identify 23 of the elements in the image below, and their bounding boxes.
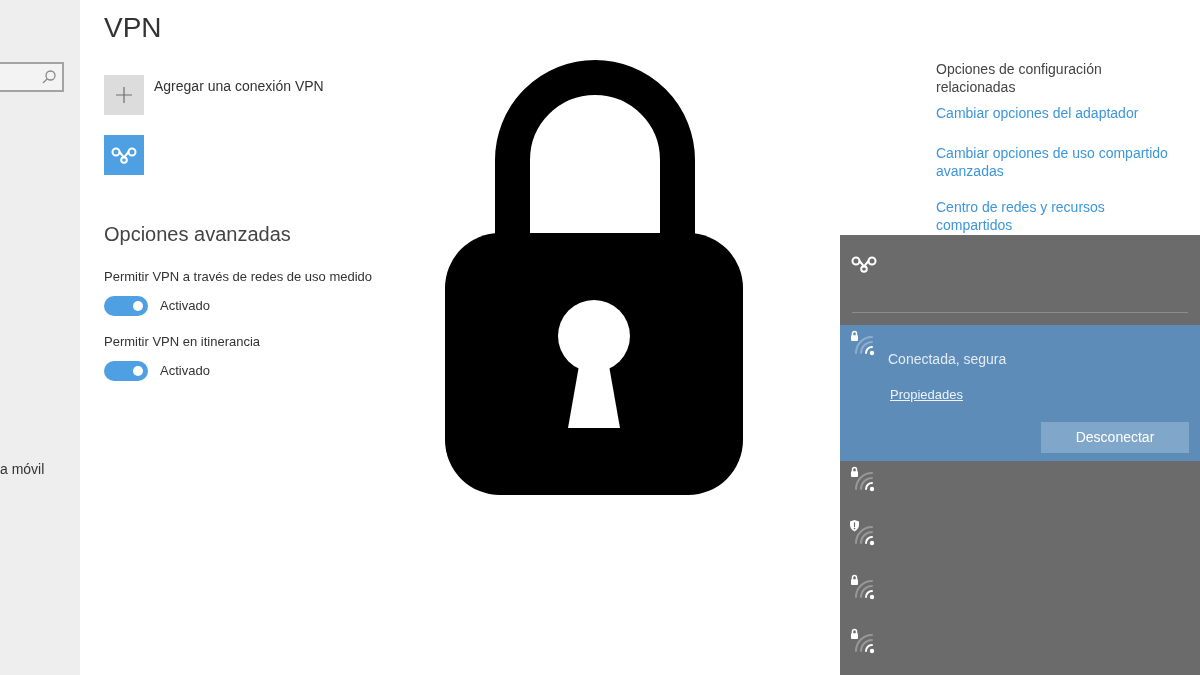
add-vpn-connection-label[interactable]: Agregar una conexión VPN [154, 75, 324, 95]
search-field[interactable] [0, 62, 64, 92]
toggle-switch[interactable] [104, 361, 148, 381]
toggle-state-label: Activado [160, 362, 210, 380]
sidebar-item[interactable]: a móvil [0, 460, 45, 478]
vpn-logo-icon [851, 255, 877, 273]
page-title: VPN [104, 11, 162, 45]
toggle-switch[interactable] [104, 296, 148, 316]
connection-status: Conectada, segura [888, 350, 1007, 368]
network-item[interactable]: Conectada, segura Propiedades Desconectar [840, 325, 1200, 461]
settings-link[interactable]: Centro de redes y recursos compartidos [936, 198, 1172, 234]
vpn-connection-icon[interactable] [104, 135, 144, 175]
section-heading: Opciones avanzadas [104, 222, 291, 246]
settings-link[interactable]: Cambiar opciones del adaptador [936, 104, 1172, 122]
search-icon [42, 70, 56, 84]
related-settings-heading: Opciones de configuración relacionadas [936, 60, 1103, 96]
toggle-state-label: Activado [160, 297, 210, 315]
properties-link[interactable]: Propiedades [890, 386, 963, 404]
add-icon[interactable] [104, 75, 144, 115]
disconnect-button[interactable]: Desconectar [1041, 422, 1189, 453]
settings-link[interactable]: Cambiar opciones de uso compartido avanzadas [936, 144, 1172, 180]
setting-label: Permitir VPN en itinerancia [104, 333, 261, 351]
setting-label: Permitir VPN a través de redes de uso medido [104, 268, 373, 286]
